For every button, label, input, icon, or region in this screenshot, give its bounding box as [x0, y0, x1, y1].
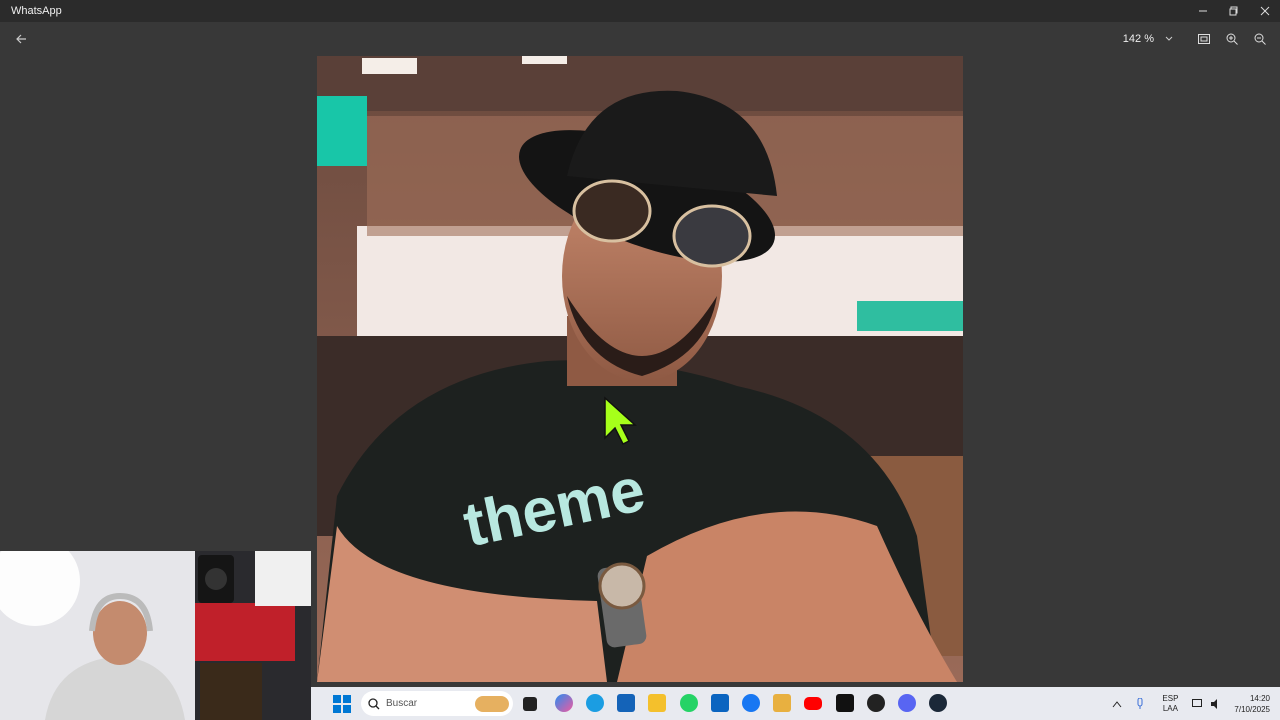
maximize-icon: [1229, 6, 1237, 16]
clock[interactable]: 14:20 7/10/2025: [1234, 693, 1270, 715]
taskbar-app-store[interactable]: [617, 694, 635, 712]
back-button[interactable]: [12, 30, 30, 48]
windows-start-icon: [333, 695, 351, 713]
network-icon[interactable]: [1192, 698, 1204, 709]
taskbar-app-media[interactable]: [773, 694, 791, 712]
taskbar-app-discord[interactable]: [898, 694, 916, 712]
webcam-overlay: [0, 551, 311, 720]
search-placeholder: Buscar: [386, 698, 418, 709]
taskbar-search[interactable]: Buscar: [361, 691, 513, 716]
watch-face: [598, 562, 646, 610]
zoom-dropdown[interactable]: [1160, 25, 1178, 53]
zoom-out-button[interactable]: [1246, 25, 1274, 53]
fit-screen-icon: [1198, 34, 1210, 44]
sunglasses-right: [672, 204, 752, 268]
ceiling-light: [522, 56, 567, 64]
zoom-controls: 142 %: [1123, 22, 1280, 56]
back-arrow-icon: [16, 34, 26, 44]
chevron-up-icon[interactable]: [1112, 700, 1122, 708]
search-highlight-icon: [475, 695, 509, 712]
clock-date: 7/10/2025: [1234, 704, 1270, 714]
taskbar-app-steam[interactable]: [929, 694, 947, 712]
microphone-icon[interactable]: [1136, 697, 1144, 710]
speaker-cone: [205, 568, 227, 590]
zoom-level[interactable]: 142 %: [1123, 33, 1154, 45]
viewer-toolbar: 142 %: [0, 22, 1280, 56]
minimize-icon: [1198, 10, 1207, 12]
person-head: [93, 601, 147, 665]
clock-time: 14:20: [1249, 693, 1270, 703]
sunglasses-left: [572, 179, 652, 243]
taskbar-app-capcut[interactable]: [836, 694, 854, 712]
teal-strip: [857, 301, 963, 331]
title-bar: WhatsApp: [0, 0, 1280, 22]
window-controls: [1187, 0, 1280, 22]
maximize-button[interactable]: [1218, 0, 1249, 22]
zoom-in-icon: [1226, 33, 1238, 45]
taskbar-app-edge[interactable]: [586, 694, 604, 712]
system-tray: ESP LAA 14:20 7/10/2025: [1112, 687, 1280, 720]
language-code: ESP: [1162, 693, 1179, 703]
zoom-in-button[interactable]: [1218, 25, 1246, 53]
poster: [255, 551, 311, 606]
search-icon: [368, 697, 380, 709]
webcam-feed: [0, 551, 311, 720]
taskbar-app-youtube[interactable]: [804, 697, 822, 710]
taskbar-app-facebook[interactable]: [742, 694, 760, 712]
close-icon: [1260, 6, 1269, 16]
taskbar-app-explorer[interactable]: [648, 694, 666, 712]
taskbar-app-obs[interactable]: [867, 694, 885, 712]
taskbar-app-copilot[interactable]: [555, 694, 573, 712]
zoom-out-icon: [1254, 33, 1266, 45]
taskbar: Buscar ESP LAA 14:20 7/10/2025: [311, 687, 1280, 720]
keyboard-layout: LAA: [1162, 703, 1178, 713]
fit-screen-button[interactable]: [1190, 25, 1218, 53]
image-viewer[interactable]: theme: [317, 56, 963, 682]
start-button[interactable]: [333, 695, 351, 713]
taskbar-app-whatsapp[interactable]: [680, 694, 698, 712]
ceiling-light: [362, 58, 417, 74]
photo: theme: [317, 56, 963, 682]
language-indicator[interactable]: ESP LAA: [1162, 694, 1178, 714]
gpu-box: [195, 603, 295, 661]
close-button[interactable]: [1249, 0, 1280, 22]
minimize-button[interactable]: [1187, 0, 1218, 22]
chevron-down-icon: [1165, 36, 1173, 41]
teal-panel: [317, 96, 367, 166]
volume-icon[interactable]: [1210, 698, 1222, 709]
taskbar-app-outlook[interactable]: [711, 694, 729, 712]
taskbar-app-task-view[interactable]: [523, 697, 537, 711]
gpu-box-2: [200, 663, 262, 720]
window-title: WhatsApp: [11, 5, 62, 17]
